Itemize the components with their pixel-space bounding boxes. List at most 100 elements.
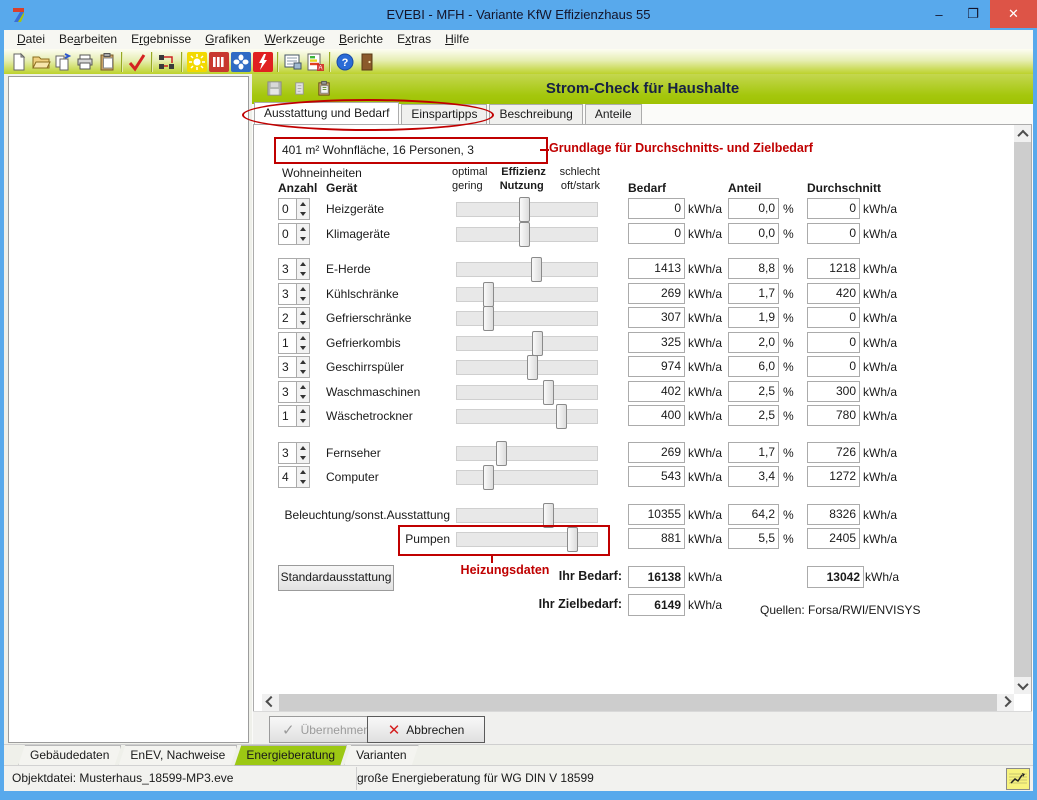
efficiency-slider[interactable] bbox=[456, 409, 598, 424]
tab-beschreibung[interactable]: Beschreibung bbox=[489, 104, 582, 124]
radiator-icon[interactable] bbox=[208, 51, 230, 73]
slider-handle[interactable] bbox=[531, 257, 542, 282]
scroll-right-icon[interactable] bbox=[997, 694, 1014, 711]
uebernehmen-button[interactable]: ✓ Übernehmen bbox=[269, 716, 383, 743]
slider-handle[interactable] bbox=[532, 331, 543, 356]
print-icon[interactable] bbox=[74, 51, 96, 73]
spin-down-icon[interactable] bbox=[297, 392, 309, 402]
maximize-button[interactable]: ❐ bbox=[956, 0, 990, 28]
spin-up-icon[interactable] bbox=[297, 259, 309, 269]
menu-werkzeuge[interactable]: Werkzeuge bbox=[258, 30, 332, 49]
paste-icon[interactable] bbox=[96, 51, 118, 73]
spin-down-icon[interactable] bbox=[297, 294, 309, 304]
efficiency-slider[interactable] bbox=[456, 262, 598, 277]
spin-down-icon[interactable] bbox=[297, 453, 309, 463]
fan-icon[interactable] bbox=[230, 51, 252, 73]
variants-icon[interactable] bbox=[156, 51, 178, 73]
lightning-icon[interactable] bbox=[252, 51, 274, 73]
spin-up-icon[interactable] bbox=[297, 467, 309, 477]
menu-hilfe[interactable]: Hilfe bbox=[438, 30, 476, 49]
scroll-left-icon[interactable] bbox=[262, 694, 279, 711]
menu-bearbeiten[interactable]: Bearbeiten bbox=[52, 30, 124, 49]
slider-handle[interactable] bbox=[556, 404, 567, 429]
exit-door-icon[interactable] bbox=[356, 51, 378, 73]
slider-handle[interactable] bbox=[496, 441, 507, 466]
efficiency-slider[interactable] bbox=[456, 360, 598, 375]
spin-down-icon[interactable] bbox=[297, 234, 309, 244]
bottom-tab-gebäudedaten[interactable]: Gebäudedaten bbox=[18, 745, 121, 766]
minimize-button[interactable]: – bbox=[922, 0, 956, 28]
slider-handle[interactable] bbox=[483, 465, 494, 490]
spin-up-icon[interactable] bbox=[297, 357, 309, 367]
scroll-up-icon[interactable] bbox=[1014, 125, 1031, 142]
vertical-scroll-thumb[interactable] bbox=[1014, 142, 1031, 677]
spin-up-icon[interactable] bbox=[297, 333, 309, 343]
count-spinner[interactable]: 3 bbox=[278, 258, 310, 280]
abbrechen-button[interactable]: ✕ Abbrechen bbox=[367, 716, 485, 743]
count-spinner[interactable]: 0 bbox=[278, 223, 310, 245]
menu-grafiken[interactable]: Grafiken bbox=[198, 30, 257, 49]
count-spinner[interactable]: 0 bbox=[278, 198, 310, 220]
menu-ergebnisse[interactable]: Ergebnisse bbox=[124, 30, 198, 49]
slider-handle[interactable] bbox=[519, 197, 530, 222]
slider-handle[interactable] bbox=[543, 503, 554, 528]
standardausstattung-button[interactable]: Standardausstattung bbox=[278, 565, 394, 591]
project-tree-panel[interactable] bbox=[8, 76, 249, 743]
spin-down-icon[interactable] bbox=[297, 367, 309, 377]
count-spinner[interactable]: 2 bbox=[278, 307, 310, 329]
spin-up-icon[interactable] bbox=[297, 284, 309, 294]
slider-handle[interactable] bbox=[483, 306, 494, 331]
menu-datei[interactable]: Datei bbox=[10, 30, 52, 49]
spin-down-icon[interactable] bbox=[297, 318, 309, 328]
efficiency-slider[interactable] bbox=[456, 287, 598, 302]
help-icon[interactable]: ? bbox=[334, 51, 356, 73]
bottom-tab-enev-nachweise[interactable]: EnEV, Nachweise bbox=[118, 745, 237, 766]
count-spinner[interactable]: 3 bbox=[278, 283, 310, 305]
efficiency-slider[interactable] bbox=[456, 470, 598, 485]
chart-status-button[interactable] bbox=[1006, 768, 1030, 790]
spin-down-icon[interactable] bbox=[297, 269, 309, 279]
efficiency-slider[interactable] bbox=[456, 202, 598, 217]
horizontal-scroll-thumb[interactable] bbox=[279, 694, 997, 711]
spin-up-icon[interactable] bbox=[297, 406, 309, 416]
tab-ausstattung-und-bedarf[interactable]: Ausstattung und Bedarf bbox=[254, 102, 399, 124]
spin-down-icon[interactable] bbox=[297, 209, 309, 219]
report-icon[interactable] bbox=[282, 51, 304, 73]
close-button[interactable]: ✕ bbox=[990, 0, 1037, 28]
slider-handle[interactable] bbox=[543, 380, 554, 405]
spin-up-icon[interactable] bbox=[297, 382, 309, 392]
vertical-scrollbar[interactable] bbox=[1014, 125, 1031, 694]
energy-pass-icon[interactable]: A bbox=[304, 51, 326, 73]
horizontal-scrollbar[interactable] bbox=[262, 694, 1014, 711]
count-spinner[interactable]: 3 bbox=[278, 442, 310, 464]
new-file-icon[interactable] bbox=[8, 51, 30, 73]
efficiency-slider[interactable] bbox=[456, 311, 598, 326]
efficiency-slider[interactable] bbox=[456, 446, 598, 461]
tab-anteile[interactable]: Anteile bbox=[585, 104, 642, 124]
menu-extras[interactable]: Extras bbox=[390, 30, 438, 49]
copy-icon[interactable] bbox=[52, 51, 74, 73]
bottom-tab-energieberatung[interactable]: Energieberatung bbox=[234, 745, 347, 766]
spin-up-icon[interactable] bbox=[297, 199, 309, 209]
count-spinner[interactable]: 3 bbox=[278, 356, 310, 378]
count-spinner[interactable]: 1 bbox=[278, 332, 310, 354]
count-spinner[interactable]: 3 bbox=[278, 381, 310, 403]
sun-icon[interactable] bbox=[186, 51, 208, 73]
spin-up-icon[interactable] bbox=[297, 443, 309, 453]
slider-handle[interactable] bbox=[519, 222, 530, 247]
count-spinner[interactable]: 1 bbox=[278, 405, 310, 427]
tab-einspartipps[interactable]: Einspartipps bbox=[401, 104, 487, 124]
slider-handle[interactable] bbox=[483, 282, 494, 307]
count-spinner[interactable]: 4 bbox=[278, 466, 310, 488]
efficiency-slider[interactable] bbox=[456, 336, 598, 351]
check-icon[interactable] bbox=[126, 51, 148, 73]
menu-berichte[interactable]: Berichte bbox=[332, 30, 390, 49]
scroll-down-icon[interactable] bbox=[1014, 677, 1031, 694]
spin-down-icon[interactable] bbox=[297, 477, 309, 487]
spin-down-icon[interactable] bbox=[297, 343, 309, 353]
spin-down-icon[interactable] bbox=[297, 416, 309, 426]
spin-up-icon[interactable] bbox=[297, 308, 309, 318]
slider-handle[interactable] bbox=[527, 355, 538, 380]
bottom-tab-varianten[interactable]: Varianten bbox=[344, 745, 418, 766]
spin-up-icon[interactable] bbox=[297, 224, 309, 234]
